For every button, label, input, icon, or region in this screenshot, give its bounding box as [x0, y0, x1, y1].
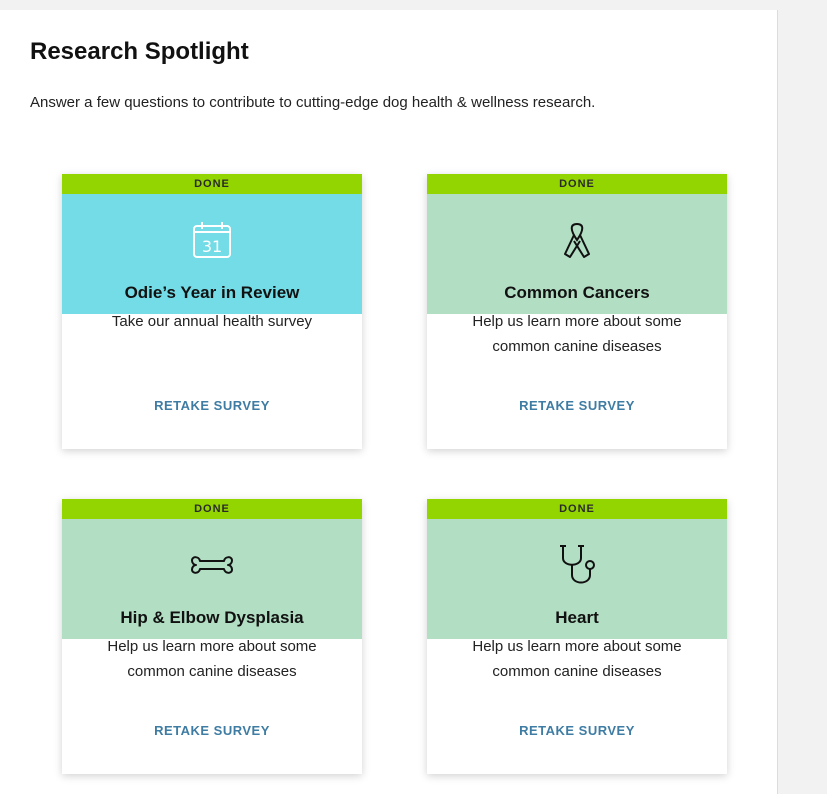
page-title: Research Spotlight — [30, 38, 249, 65]
page-subtitle: Answer a few questions to contribute to … — [30, 94, 596, 111]
status-badge: DONE — [427, 174, 727, 194]
research-spotlight-panel: Research Spotlight Answer a few question… — [0, 10, 778, 794]
card-title: Hip & Elbow Dysplasia — [120, 608, 304, 627]
card-header: 31 Odie’s Year in Review — [62, 194, 362, 314]
retake-survey-link[interactable]: RETAKE SURVEY — [62, 723, 362, 738]
card-title: Heart — [555, 608, 599, 627]
retake-survey-link[interactable]: RETAKE SURVEY — [62, 398, 362, 413]
card-header: Heart — [427, 519, 727, 639]
calendar-day-text: 31 — [202, 237, 222, 256]
card-title: Odie’s Year in Review — [124, 283, 300, 302]
bone-icon — [190, 543, 234, 587]
cancer-ribbon-icon — [555, 218, 599, 262]
survey-card-year-in-review[interactable]: DONE 31 Odie’s Year in Review Take our a… — [62, 174, 362, 449]
stethoscope-icon — [555, 543, 599, 587]
survey-card-common-cancers[interactable]: DONE Common Cancers Help us learn more a… — [427, 174, 727, 449]
calendar-icon: 31 — [190, 218, 234, 262]
retake-survey-link[interactable]: RETAKE SURVEY — [427, 398, 727, 413]
status-badge: DONE — [427, 499, 727, 519]
card-description: Take our annual health survey — [111, 313, 313, 330]
survey-card-hip-elbow-dysplasia[interactable]: DONE Hip & Elbow Dysplasia Help us learn… — [62, 499, 362, 774]
card-title: Common Cancers — [504, 283, 650, 302]
card-description: Help us learn more about some common can… — [472, 313, 682, 355]
top-strip — [0, 0, 778, 10]
card-description: Help us learn more about some common can… — [107, 638, 317, 680]
status-badge: DONE — [62, 499, 362, 519]
card-header: Common Cancers — [427, 194, 727, 314]
retake-survey-link[interactable]: RETAKE SURVEY — [427, 723, 727, 738]
card-header: Hip & Elbow Dysplasia — [62, 519, 362, 639]
status-badge: DONE — [62, 174, 362, 194]
card-description: Help us learn more about some common can… — [472, 638, 682, 680]
survey-card-heart[interactable]: DONE Heart Help us learn more about some… — [427, 499, 727, 774]
